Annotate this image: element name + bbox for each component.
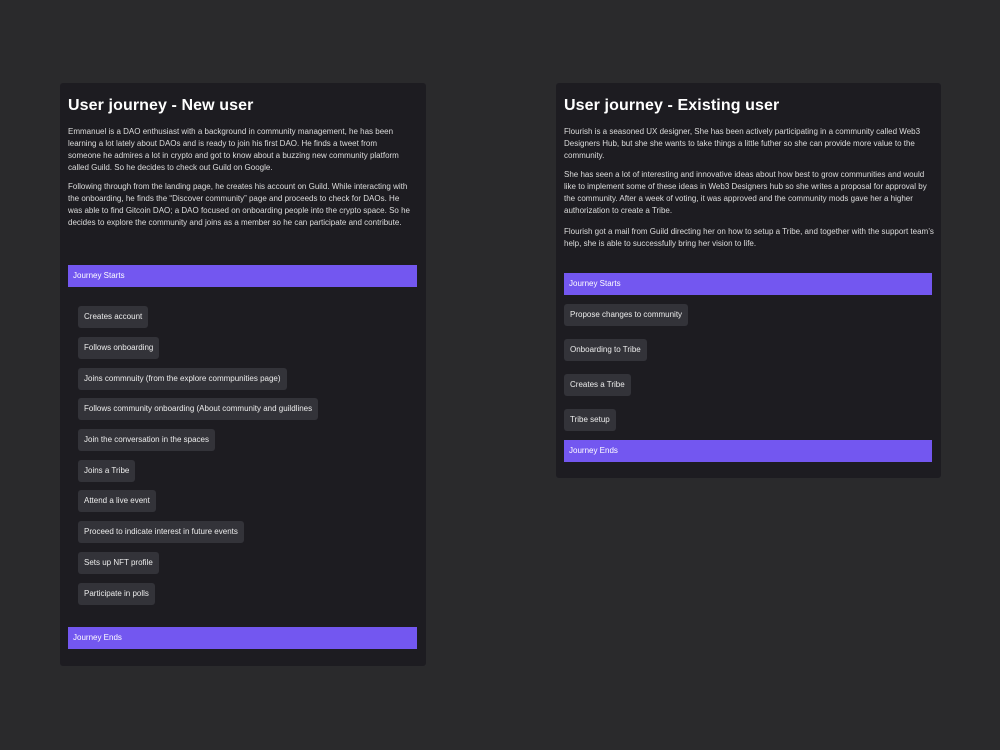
- existing-user-journey-card: User journey - Existing user Flourish is…: [556, 83, 941, 478]
- existing-user-paragraph-1: Flourish is a seasoned UX designer, She …: [564, 127, 921, 160]
- new-user-journey-end-bar: Journey Ends: [68, 627, 417, 649]
- existing-user-step: Creates a Tribe: [564, 374, 631, 396]
- new-user-step: Joins a Tribe: [78, 460, 136, 482]
- new-user-step: Joins commnuity (from the explore commpu…: [78, 368, 287, 390]
- new-user-step: Participate in polls: [78, 583, 155, 605]
- existing-user-paragraph-3: Flourish got a mail from Guild directing…: [564, 227, 934, 248]
- new-user-step: Attend a live event: [78, 490, 156, 512]
- new-user-journey-start-bar: Journey Starts: [68, 265, 417, 287]
- new-user-journey-card: User journey - New user Emmanuel is a DA…: [60, 83, 426, 666]
- existing-user-step: Onboarding to Tribe: [564, 339, 647, 361]
- new-user-step: Sets up NFT profile: [78, 552, 159, 574]
- new-user-title: User journey - New user: [68, 97, 254, 114]
- new-user-paragraph-1: Emmanuel is a DAO enthusiast with a back…: [68, 127, 399, 172]
- new-user-step: Follows community onboarding (About comm…: [78, 398, 319, 420]
- new-user-paragraph-2: Following through from the landing page,…: [68, 182, 410, 227]
- new-user-step: Proceed to indicate interest in future e…: [78, 521, 244, 543]
- existing-user-title: User journey - Existing user: [564, 97, 780, 114]
- existing-user-journey-end-bar: Journey Ends: [564, 440, 932, 462]
- new-user-step: Creates account: [78, 306, 149, 328]
- existing-user-paragraph-2: She has seen a lot of interesting and in…: [564, 170, 927, 215]
- new-user-step: Join the conversation in the spaces: [78, 429, 215, 451]
- new-user-step: Follows onboarding: [78, 337, 160, 359]
- existing-user-step: Tribe setup: [564, 409, 616, 431]
- existing-user-step: Propose changes to community: [564, 304, 689, 326]
- existing-user-journey-start-bar: Journey Starts: [564, 273, 932, 295]
